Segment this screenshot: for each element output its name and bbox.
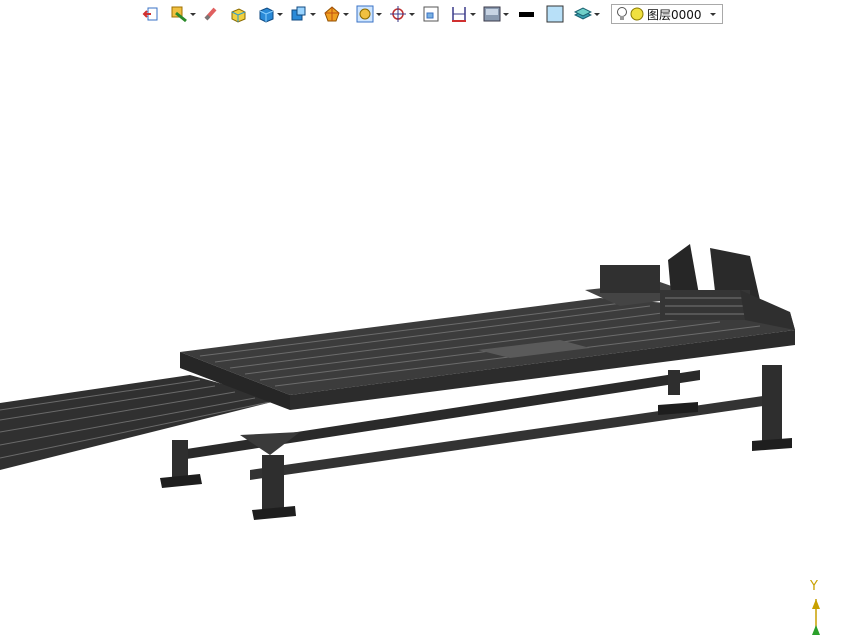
line-color-icon <box>519 12 534 17</box>
view-orientation-dropdown-arrow[interactable] <box>310 12 316 16</box>
y-axis-label: Y <box>810 579 818 594</box>
model-viewport[interactable] <box>0 28 862 635</box>
line-color-button[interactable] <box>516 3 536 25</box>
view-orientation-button[interactable] <box>290 3 320 25</box>
box-view-dropdown-arrow[interactable] <box>277 12 283 16</box>
target-icon <box>390 6 406 22</box>
layer-manager-dropdown-arrow[interactable] <box>594 12 600 16</box>
lightbulb-icon[interactable] <box>616 6 628 22</box>
zoom-fit-button[interactable] <box>356 3 386 25</box>
section-view-icon <box>324 6 340 22</box>
box-view-icon <box>259 7 274 23</box>
face-color-button[interactable] <box>546 3 564 25</box>
layer-name: 图层0000 <box>647 7 702 22</box>
leg-foot <box>752 438 792 451</box>
support-leg <box>762 365 782 443</box>
view-orientation-icon <box>291 6 306 21</box>
eraser-icon <box>204 7 217 21</box>
layer-select[interactable]: 图层0000 <box>611 4 723 24</box>
target-dropdown-arrow[interactable] <box>409 12 415 16</box>
conveyor-model <box>0 244 795 520</box>
extrude-button[interactable] <box>229 3 247 25</box>
zoom-fit-icon <box>356 5 374 23</box>
zoom-window-icon <box>423 6 439 22</box>
section-view-dropdown-arrow[interactable] <box>343 12 349 16</box>
layer-color-icon[interactable] <box>630 7 644 21</box>
head-block <box>600 265 660 293</box>
section-view-button[interactable] <box>323 3 353 25</box>
measure-button[interactable] <box>450 3 480 25</box>
leg-foot <box>252 506 296 520</box>
display-style-button[interactable] <box>483 3 513 25</box>
measure-dropdown-arrow[interactable] <box>470 12 476 16</box>
display-style-icon <box>483 6 501 22</box>
axis-arrow-icon <box>812 599 820 635</box>
layer-manager-button[interactable] <box>574 3 604 25</box>
face-color-icon <box>546 5 564 23</box>
zoom-fit-dropdown-arrow[interactable] <box>376 12 382 16</box>
head-roller <box>660 290 750 320</box>
support-leg <box>668 370 680 395</box>
support-leg <box>262 455 284 512</box>
sketch-button[interactable] <box>170 3 200 25</box>
main-toolbar: 图层0000 <box>142 2 723 26</box>
display-style-dropdown-arrow[interactable] <box>503 12 509 16</box>
measure-icon <box>452 7 466 22</box>
exit-sketch-button[interactable] <box>142 3 160 25</box>
eraser-button[interactable] <box>203 3 219 25</box>
zoom-window-button[interactable] <box>422 3 440 25</box>
extrude-icon <box>231 8 246 23</box>
leg-foot <box>160 474 202 488</box>
exit-sketch-icon <box>142 7 158 21</box>
support-leg <box>172 440 188 478</box>
view-axis-triad: Y <box>804 579 828 635</box>
layer-manager-icon <box>574 7 592 20</box>
target-button[interactable] <box>389 3 419 25</box>
sketch-icon <box>171 6 187 23</box>
sketch-dropdown-arrow[interactable] <box>190 12 196 16</box>
box-view-button[interactable] <box>257 3 287 25</box>
layer-select-dropdown-arrow[interactable] <box>710 12 716 16</box>
